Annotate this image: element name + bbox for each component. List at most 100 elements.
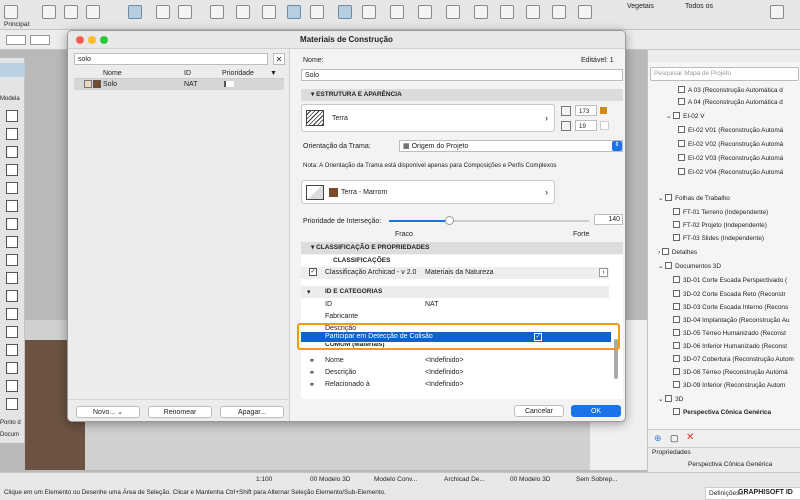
nav-item[interactable]: FT-01 Terreno (Independente)	[673, 207, 768, 219]
slab-tool-icon[interactable]	[6, 164, 18, 176]
railing-tool-icon[interactable]	[6, 236, 18, 248]
table-row[interactable]: Solo NAT	[74, 79, 284, 90]
priority-value[interactable]: 140	[594, 214, 623, 225]
settings-icon[interactable]	[578, 5, 592, 19]
material-search-input[interactable]: solo	[74, 53, 268, 65]
material-name-input[interactable]: Solo	[301, 69, 623, 81]
nav-item[interactable]: 3D-05 Térreo Humanizado (Reconst	[673, 328, 786, 340]
nav-item-selected[interactable]: Perspectiva Cônica Genérica	[673, 407, 771, 419]
nav-item[interactable]: FT-03 Slides (Independente)	[673, 233, 764, 245]
stair-tool-icon[interactable]	[6, 218, 18, 230]
render-icon[interactable]	[390, 5, 404, 19]
palette-icon[interactable]	[552, 5, 566, 19]
scale-label[interactable]: 1:100	[256, 476, 272, 483]
priority-slider[interactable]	[389, 216, 589, 225]
table-row[interactable]: ⚭ Descrição <Indefinido>	[301, 367, 609, 379]
geometry-method-icon[interactable]	[6, 35, 26, 45]
zoom-icon[interactable]	[362, 5, 376, 19]
layers-icon[interactable]	[178, 5, 192, 19]
sort-down-icon[interactable]: ▼	[270, 70, 277, 77]
sun-icon[interactable]	[500, 5, 514, 19]
beam-tool-icon[interactable]	[6, 146, 18, 158]
section-estrutura[interactable]: ▾ ESTRUTURA E APARÊNCIA	[301, 89, 623, 101]
nav-item[interactable]: EI-02 V04 (Reconstrução Automá	[678, 167, 783, 179]
object-tool-icon[interactable]	[6, 290, 18, 302]
nav-folder[interactable]: ⌄ EI-02 V	[666, 111, 704, 123]
copy-icon[interactable]	[236, 5, 250, 19]
grid-icon[interactable]	[156, 5, 170, 19]
curtain-wall-tool-icon[interactable]	[6, 380, 18, 392]
layer-combo[interactable]: 00 Modelo 3D	[310, 476, 350, 483]
arrow-icon[interactable]	[30, 35, 50, 45]
col-nome[interactable]: Nome	[103, 70, 122, 77]
minimize-window-icon[interactable]	[88, 36, 96, 44]
chevron-updown-icon[interactable]: ⇕	[612, 141, 622, 151]
id-category-row[interactable]: ▾ ID E CATEGORIAS	[301, 286, 609, 298]
shell-tool-icon[interactable]	[6, 200, 18, 212]
section-icon[interactable]	[418, 5, 432, 19]
nav-item[interactable]: A 04 (Reconstrução Automática d	[678, 97, 783, 109]
cancel-button[interactable]: Cancelar	[514, 405, 564, 417]
zoom-window-icon[interactable]	[100, 36, 108, 44]
nav-item[interactable]: 3D-04 Implantação (Reconstrução Au	[673, 315, 790, 327]
guide-line-icon[interactable]	[128, 5, 142, 19]
door-tool-icon[interactable]	[6, 254, 18, 266]
arrow-tool-icon[interactable]	[0, 63, 25, 77]
snap-grid-icon[interactable]	[338, 5, 352, 19]
nav-item[interactable]: 3D-08 Térreo (Reconstrução Automá	[673, 367, 788, 379]
pan-icon[interactable]	[310, 5, 324, 19]
new-button[interactable]: Novo... ⌄	[76, 406, 140, 418]
override-combo[interactable]: Sem Sobrep...	[576, 476, 618, 483]
mesh-tool-icon[interactable]	[6, 326, 18, 338]
nav-item[interactable]: 3D-09 Inferior (Reconstrução Autom	[673, 380, 785, 392]
close-window-icon[interactable]	[76, 36, 84, 44]
pen-number-b[interactable]: 19	[575, 120, 597, 131]
eyedropper-icon[interactable]	[64, 5, 78, 19]
pen-color-swatch[interactable]	[600, 107, 607, 114]
clear-search-icon[interactable]: ✕	[273, 53, 285, 65]
nav-item[interactable]: EI-02 V02 (Reconstrução Automá	[678, 139, 783, 151]
lamp-tool-icon[interactable]	[6, 344, 18, 356]
view-icon[interactable]	[287, 5, 301, 19]
table-row[interactable]: ⚭ Nome <Indefinido>	[301, 355, 609, 367]
orientation-select[interactable]: ▦ Origem do Projeto	[399, 140, 623, 152]
window-tool-icon[interactable]	[6, 272, 18, 284]
settings-icon[interactable]: ▢	[670, 433, 679, 444]
rename-button[interactable]: Renomear	[148, 406, 212, 418]
nav-item[interactable]: FT-02 Projeto (Independente)	[673, 220, 767, 232]
wall-tool-icon[interactable]	[6, 110, 18, 122]
nav-item[interactable]: EI-02 V03 (Reconstrução Automá	[678, 153, 783, 165]
select-tool-icon[interactable]	[4, 5, 18, 19]
nav-item[interactable]: 3D-07 Cobertura (Reconstrução Autom	[673, 354, 794, 366]
fill-picker[interactable]: Terra ›	[301, 104, 555, 132]
stamp-tool-icon[interactable]	[6, 398, 18, 410]
table-row[interactable]: ⚭ Relacionado à <Indefinido>	[301, 379, 609, 391]
filter-icon[interactable]	[526, 5, 540, 19]
priority-slider-knob[interactable]	[445, 216, 454, 225]
nav-item[interactable]: EI-02 V01 (Reconstrução Automá	[678, 125, 783, 137]
nav-item[interactable]: A 03 (Reconstrução Automática d	[678, 85, 783, 97]
nav-folder[interactable]: ⌄ 3D	[658, 394, 683, 406]
add-icon[interactable]: ⊕	[654, 433, 662, 444]
ok-button[interactable]: OK	[571, 405, 621, 417]
nav-item[interactable]: 3D-03 Corte Escada Interno (Recons	[673, 302, 788, 314]
model-view-combo[interactable]: Modelo Conv...	[374, 476, 417, 483]
col-id[interactable]: ID	[184, 70, 191, 77]
prop-value[interactable]: NAT	[425, 301, 438, 308]
nav-folder[interactable]: ⌄ Documentos 3D	[658, 261, 721, 273]
nav-item[interactable]: 3D-06 Inferior Humanizado (Reconst	[673, 341, 787, 353]
surface-picker[interactable]: Terra - Marrom ›	[301, 180, 555, 204]
pen-number-a[interactable]: 173	[575, 105, 597, 116]
section-classificacao[interactable]: ▾ CLASSIFICAÇÃO E PROPRIEDADES	[301, 242, 623, 254]
undo-icon[interactable]	[262, 5, 276, 19]
camera-icon[interactable]	[474, 5, 488, 19]
pen-set-combo[interactable]: Archicad De...	[444, 476, 485, 483]
magic-wand-icon[interactable]	[210, 5, 224, 19]
nav-folder[interactable]: › Detalhes	[658, 247, 697, 259]
navigator-search-input[interactable]: Pesquisar Mapa de Projeto	[650, 67, 799, 81]
chevron-right-icon[interactable]: ›	[599, 268, 608, 277]
nav-folder[interactable]: ⌄ Folhas de Trabalho	[658, 193, 730, 205]
snap-icon[interactable]	[86, 5, 100, 19]
delete-button[interactable]: Apagar...	[220, 406, 284, 418]
nav-item[interactable]: 3D-01 Corte Escada Perspectivado (	[673, 275, 787, 287]
